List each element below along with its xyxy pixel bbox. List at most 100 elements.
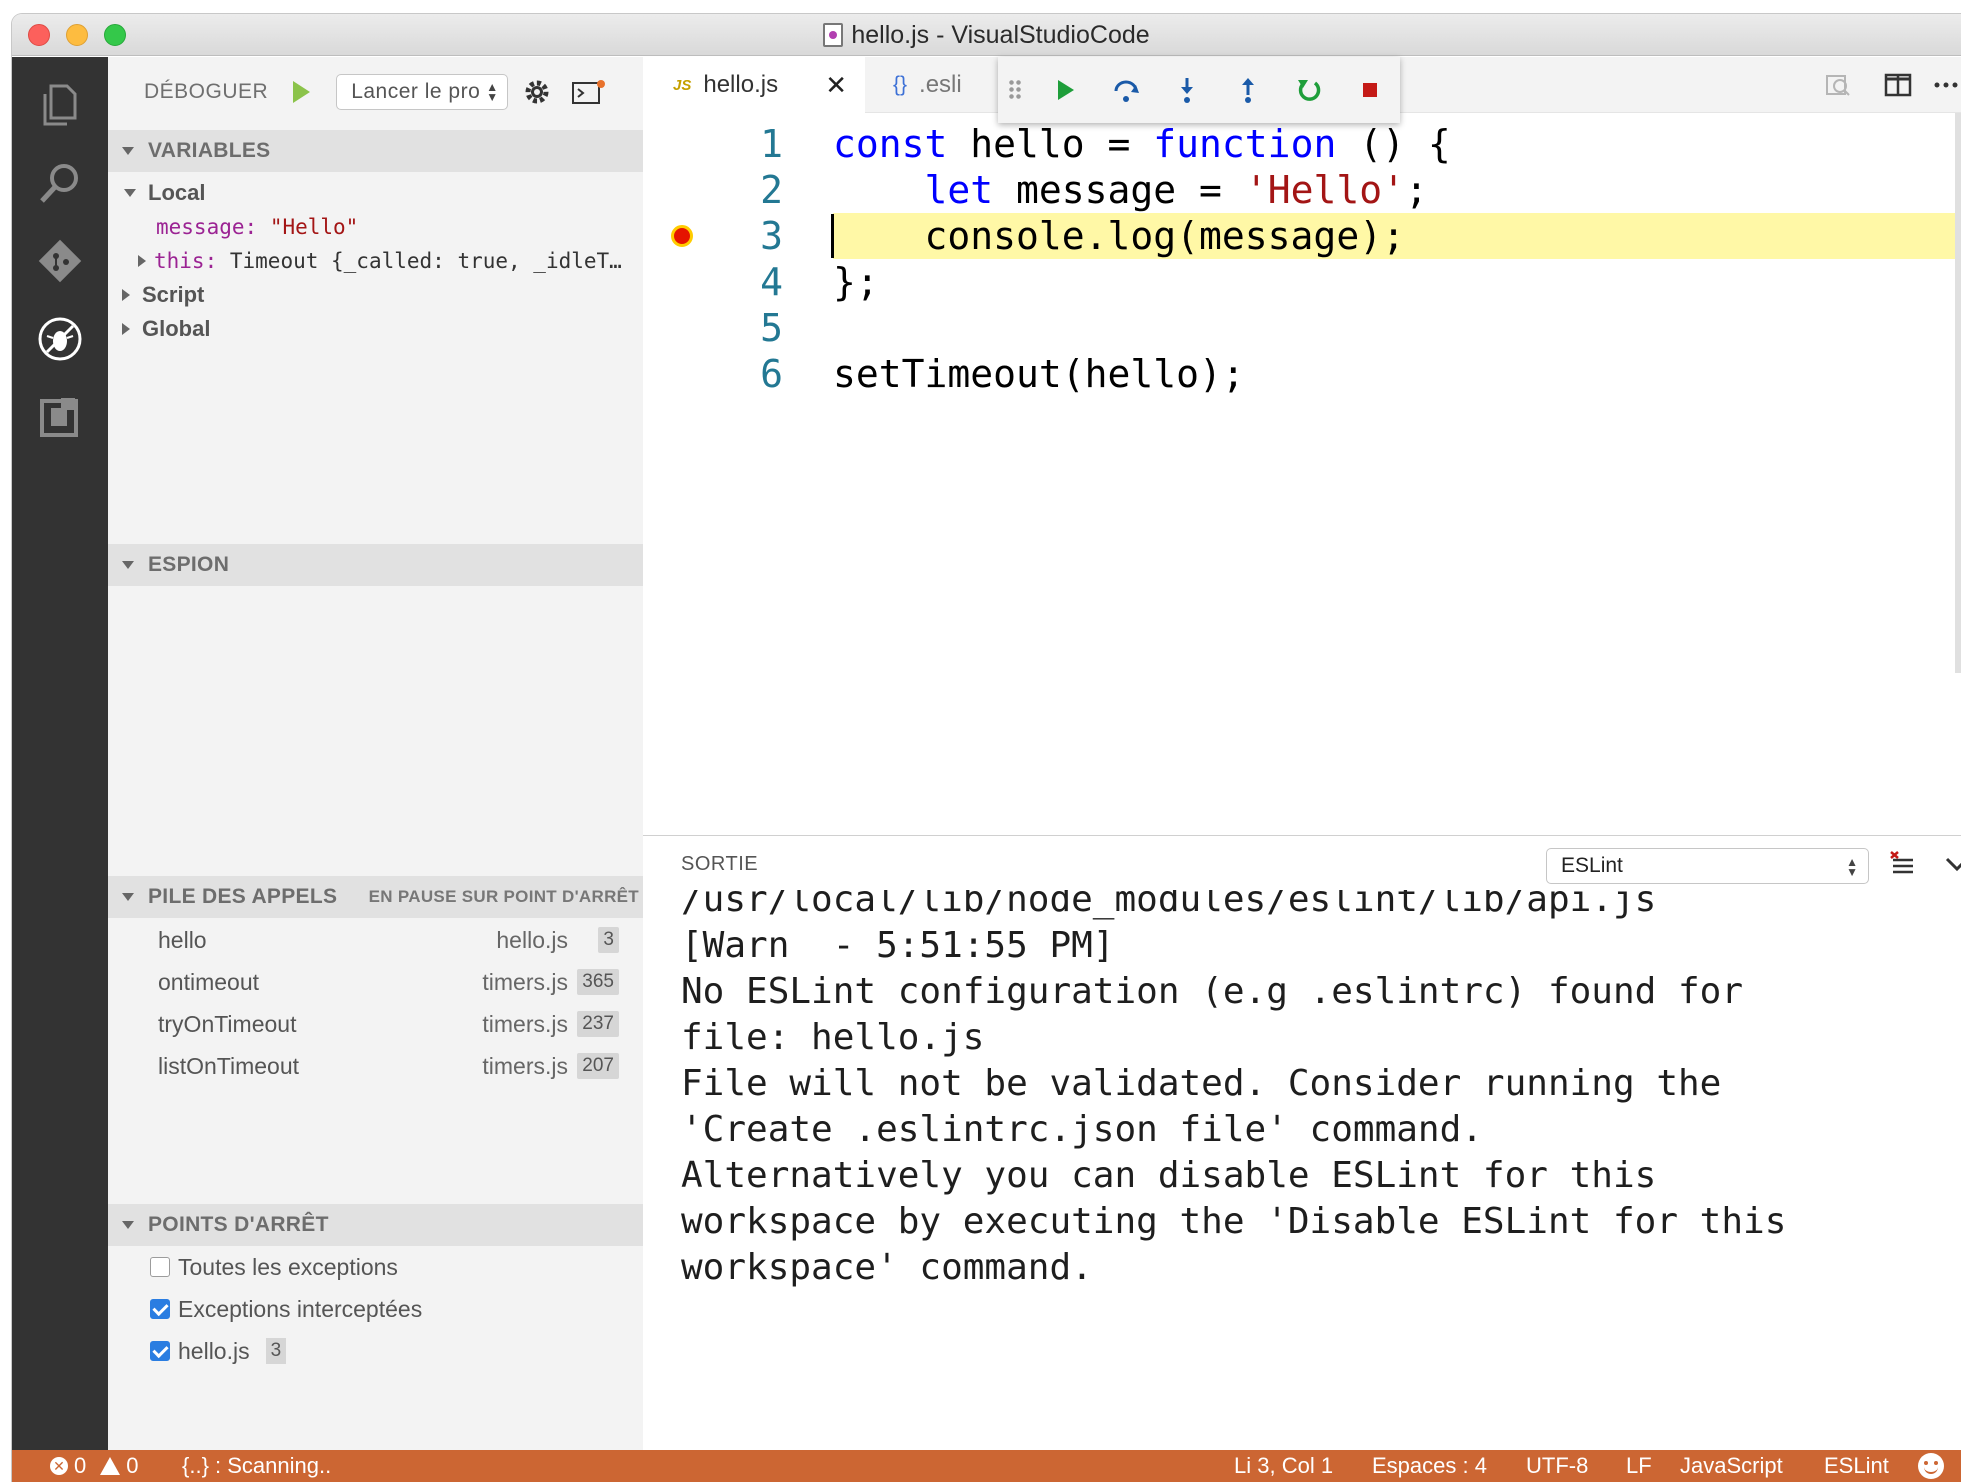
cursor-position[interactable]: Li 3, Col 1 [1234, 1450, 1333, 1482]
smiley-icon [1918, 1453, 1944, 1479]
output-panel: SORTIE ESLint ▲ ▼ /usr/local/lib/node_mo… [643, 835, 1961, 1450]
variable-name: message: [156, 215, 258, 239]
code-text: console.log(message); [833, 214, 1405, 258]
step-into-button[interactable] [1169, 72, 1205, 108]
split-editor-button[interactable] [1883, 57, 1913, 113]
stack-frame[interactable]: ontimeout timers.js 365 [108, 961, 643, 1003]
restart-button[interactable] [1291, 72, 1327, 108]
feedback-button[interactable] [1918, 1450, 1944, 1482]
breakpoint-checkbox[interactable] [150, 1257, 170, 1277]
scope-script-label: Script [142, 282, 205, 307]
breakpoints-section-header[interactable]: POINTS D'ARRÊT [108, 1204, 643, 1246]
git-icon [38, 239, 82, 283]
scanning-status[interactable]: {..} : Scanning.. [182, 1450, 331, 1482]
open-changes-button[interactable] [1823, 57, 1853, 113]
output-channel-value: ESLint [1561, 854, 1623, 877]
code-text: setTimeout(hello); [833, 352, 1245, 396]
more-icon [1934, 82, 1958, 88]
collapse-icon [122, 893, 134, 901]
step-into-icon [1181, 78, 1193, 103]
close-tab-icon[interactable]: ✕ [825, 70, 847, 101]
language-mode[interactable]: JavaScript [1680, 1450, 1783, 1482]
expand-icon [122, 323, 130, 335]
explorer-view-button[interactable] [12, 65, 108, 145]
continue-button[interactable] [1047, 72, 1083, 108]
select-arrows-icon: ▲ ▼ [486, 80, 499, 104]
gear-icon[interactable] [522, 77, 552, 107]
expanded-icon [124, 189, 136, 197]
warning-count: 0 [126, 1453, 139, 1478]
debug-sidebar: DÉBOGUER Lancer le pro ▲ ▼ VARIABLES Loc… [108, 57, 643, 1450]
frame-function: listOnTimeout [158, 1052, 300, 1079]
output-line: workspace' command. [681, 1246, 1093, 1288]
launch-config-value: Lancer le pro [351, 80, 481, 103]
debug-view-button[interactable] [12, 299, 108, 379]
tab-eslintrc[interactable]: {} .esli [865, 57, 962, 113]
stack-frame[interactable]: tryOnTimeout timers.js 237 [108, 1003, 643, 1045]
continue-icon [1058, 80, 1074, 100]
drag-handle-icon[interactable] [1008, 79, 1022, 101]
stack-frame[interactable]: listOnTimeout timers.js 207 [108, 1045, 643, 1087]
variables-section-header[interactable]: VARIABLES [108, 130, 643, 172]
encoding-setting[interactable]: UTF-8 [1526, 1450, 1588, 1482]
file-icon [823, 23, 844, 47]
breakpoint-checkbox[interactable] [150, 1299, 170, 1319]
step-over-button[interactable] [1108, 72, 1144, 108]
debug-icon [38, 317, 82, 361]
indentation-setting[interactable]: Espaces : 4 [1372, 1450, 1487, 1482]
stack-frame[interactable]: hello hello.js 3 [108, 919, 643, 961]
chevron-down-icon[interactable] [1943, 850, 1961, 878]
editor-scrollbar[interactable] [1955, 113, 1961, 673]
extensions-view-button[interactable] [12, 377, 108, 457]
debug-toolbar [998, 57, 1400, 123]
problems-indicator[interactable]: ✕ 0 0 [50, 1450, 139, 1482]
output-line: 'Create .eslintrc.json file' command. [681, 1108, 1483, 1150]
step-out-button[interactable] [1230, 72, 1266, 108]
breakpoint-all-exceptions[interactable]: Toutes les exceptions [108, 1246, 643, 1288]
search-icon [40, 164, 78, 203]
code-text: }; [833, 260, 879, 304]
debug-label: DÉBOGUER [144, 80, 269, 103]
more-actions-button[interactable] [1931, 57, 1961, 113]
select-arrows-icon: ▲ ▼ [1846, 855, 1858, 879]
variable-name: this: [154, 249, 218, 273]
watch-header-label: ESPION [148, 553, 230, 576]
line-number: 1 [760, 122, 783, 166]
tab-hello-js[interactable]: JS hello.js ✕ [643, 57, 865, 113]
output-content[interactable]: /usr/local/lib/node_modules/eslint/lib/a… [643, 890, 1961, 1450]
scope-global[interactable]: Global [108, 308, 643, 350]
scope-global-label: Global [142, 316, 211, 341]
debug-console-icon[interactable] [572, 79, 606, 105]
breakpoint-checkbox[interactable] [150, 1341, 170, 1361]
variable-value: "Hello" [269, 215, 359, 239]
paused-status: EN PAUSE SUR POINT D'ARRÊT [368, 887, 639, 906]
breakpoints-header-label: POINTS D'ARRÊT [148, 1213, 329, 1236]
eslint-status[interactable]: ESLint [1824, 1450, 1889, 1482]
callstack-section-header[interactable]: PILE DES APPELS EN PAUSE SUR POINT D'ARR… [108, 876, 643, 918]
start-debugging-icon[interactable] [293, 81, 311, 103]
breakpoint-hello-js[interactable]: hello.js 3 [108, 1330, 643, 1372]
clear-output-icon[interactable] [1887, 850, 1917, 880]
code-line: 5 [643, 305, 1961, 351]
launch-config-select[interactable]: Lancer le pro ▲ ▼ [336, 74, 509, 110]
line-number: 5 [760, 306, 783, 350]
code-text: const hello = function () { [833, 122, 1451, 166]
code-editor[interactable]: 1 const hello = function () { 2 let mess… [643, 113, 1961, 873]
debug-header: DÉBOGUER Lancer le pro ▲ ▼ [108, 57, 643, 127]
activity-bar [12, 57, 108, 1450]
status-bar: ✕ 0 0 {..} : Scanning.. Li 3, Col 1 Espa… [12, 1450, 1961, 1482]
watch-section-header[interactable]: ESPION [108, 544, 643, 586]
stop-button[interactable] [1352, 72, 1388, 108]
breakpoint-label: Exceptions interceptées [178, 1295, 423, 1322]
search-view-button[interactable] [12, 143, 108, 223]
eol-setting[interactable]: LF [1626, 1450, 1652, 1482]
source-control-view-button[interactable] [12, 221, 108, 301]
frame-function: hello [158, 926, 207, 953]
code-line: 2 let message = 'Hello'; [643, 167, 1961, 213]
breakpoint-line-badge: 3 [265, 1338, 287, 1364]
code-line: 4 }; [643, 259, 1961, 305]
output-channel-select[interactable]: ESLint ▲ ▼ [1546, 848, 1869, 884]
breakpoint-caught-exceptions[interactable]: Exceptions interceptées [108, 1288, 643, 1330]
restart-icon [1298, 80, 1321, 101]
output-line: /usr/local/lib/node_modules/eslint/lib/a… [681, 890, 1657, 920]
